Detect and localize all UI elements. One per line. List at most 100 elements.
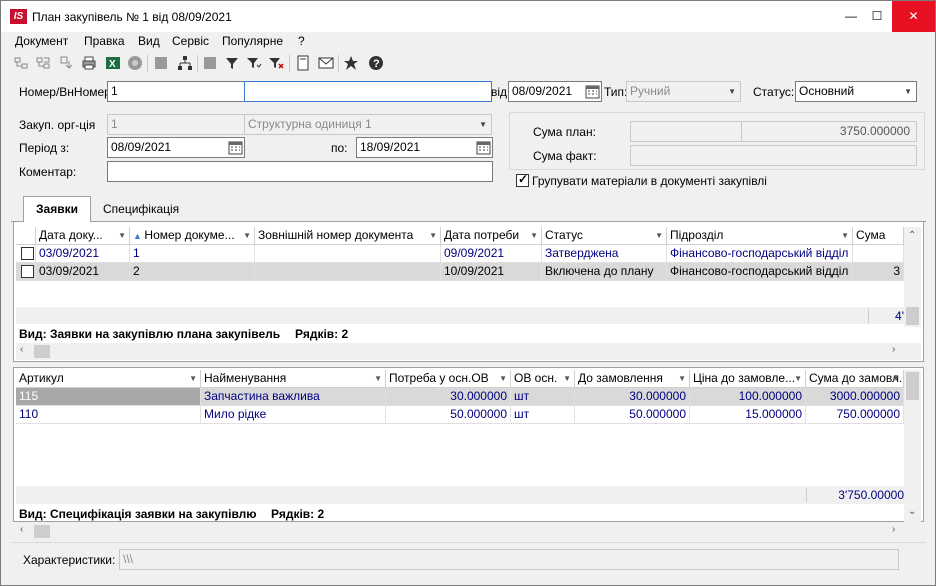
scroll-thumb[interactable] xyxy=(34,525,50,538)
window-title: План закупівель № 1 від 08/09/2021 xyxy=(32,10,232,24)
tab-specification[interactable]: Специфікація xyxy=(91,197,191,222)
status-select[interactable]: Основний ▼ xyxy=(795,81,917,102)
cell: 50.000000 xyxy=(575,406,690,424)
calendar-icon[interactable] xyxy=(476,140,491,155)
filter-set-icon[interactable] xyxy=(245,54,263,72)
calendar-icon[interactable] xyxy=(585,84,600,99)
column-header[interactable]: Найменування ▼ xyxy=(201,370,386,388)
favorite-star-icon[interactable] xyxy=(342,54,360,72)
scroll-thumb[interactable] xyxy=(906,307,919,325)
spec-vertical-scrollbar[interactable]: ⌄ xyxy=(904,370,921,522)
period-to-label: по: xyxy=(331,141,348,155)
toolbar: X ? xyxy=(1,51,935,76)
table-row[interactable]: 115 Запчастина важлива 30.000000 шт 30.0… xyxy=(16,388,904,406)
help-icon[interactable]: ? xyxy=(367,54,385,72)
excel-export-icon[interactable]: X xyxy=(104,54,122,72)
cell: 115 xyxy=(16,388,201,406)
cell xyxy=(255,263,441,281)
chevron-down-icon: ▼ xyxy=(189,374,197,383)
column-header[interactable]: Статус ▼ xyxy=(542,227,667,245)
column-header[interactable]: Підрозділ ▼ xyxy=(667,227,853,245)
row-checkbox-cell[interactable] xyxy=(16,245,36,263)
grey-square-2-icon[interactable] xyxy=(201,54,219,72)
chevron-left-icon[interactable]: ‹ xyxy=(20,344,23,355)
minimize-icon: — xyxy=(845,9,857,23)
cell: 15.000000 xyxy=(690,406,806,424)
column-header[interactable]: Ціна до замовле... ▼ xyxy=(690,370,806,388)
number-field[interactable]: 1 xyxy=(107,81,245,102)
chevron-right-icon[interactable]: › xyxy=(892,344,895,355)
org-label: Закуп. орг-ція xyxy=(19,118,96,132)
column-header[interactable]: Зовнішній номер документа ▼ xyxy=(255,227,441,245)
close-button[interactable]: ✕ xyxy=(892,1,935,32)
comment-field[interactable] xyxy=(107,161,493,182)
group-materials-checkbox[interactable]: ✓ xyxy=(516,172,529,187)
calendar-icon[interactable] xyxy=(228,140,243,155)
filter-clear-icon[interactable] xyxy=(267,54,285,72)
chevron-up-icon[interactable]: ⌃ xyxy=(908,230,916,241)
table-row[interactable]: 110 Мило рідке 50.000000 шт 50.000000 15… xyxy=(16,406,904,424)
inner-number-field[interactable] xyxy=(244,81,492,102)
toolbar-separator xyxy=(338,55,339,72)
chevron-down-icon: ▼ xyxy=(563,374,571,383)
menu-service[interactable]: Сервіс xyxy=(172,34,209,48)
table-row[interactable]: 03/09/2021 2 10/09/2021 Включена до план… xyxy=(16,263,904,281)
row-checkbox[interactable] xyxy=(21,247,34,260)
period-to-field[interactable]: 18/09/2021 xyxy=(356,137,493,158)
print-icon[interactable] xyxy=(80,54,98,72)
chevron-down-icon: ▼ xyxy=(678,374,686,383)
cell: шт xyxy=(511,388,575,406)
maximize-button[interactable]: ☐ xyxy=(860,1,894,32)
chevron-left-icon[interactable]: ‹ xyxy=(20,524,23,535)
filter-icon[interactable] xyxy=(223,54,241,72)
chevron-right-icon[interactable]: › xyxy=(892,524,895,535)
cell: 1 xyxy=(130,245,255,263)
requests-vertical-scrollbar[interactable]: ⌃ xyxy=(904,227,921,327)
chevron-down-icon: ▼ xyxy=(243,231,251,240)
hierarchy-icon[interactable] xyxy=(176,54,194,72)
column-header[interactable]: ОВ осн. ▼ xyxy=(511,370,575,388)
cell: Мило рідке xyxy=(201,406,386,424)
column-header[interactable]: Дата доку... ▼ xyxy=(36,227,130,245)
chevron-down-icon: ▼ xyxy=(530,231,538,240)
row-checkbox-cell[interactable] xyxy=(16,263,36,281)
column-header[interactable]: Сума до замовл... ▼ xyxy=(806,370,904,388)
period-from-field[interactable]: 08/09/2021 xyxy=(107,137,245,158)
column-header[interactable]: Артикул ▼ xyxy=(16,370,201,388)
cell xyxy=(853,245,904,263)
column-header[interactable]: Дата потреби ▼ xyxy=(441,227,542,245)
chevron-down-icon[interactable]: ⌄ xyxy=(908,506,916,517)
document-view-icon[interactable] xyxy=(294,54,312,72)
close-icon: ✕ xyxy=(908,9,919,23)
column-header[interactable]: ▲ Номер докуме... ▼ xyxy=(130,227,255,245)
mail-icon[interactable] xyxy=(317,54,335,72)
document-tree-2-icon[interactable] xyxy=(34,54,52,72)
requests-grid: Дата доку... ▼ ▲ Номер докуме... ▼ Зовнішн… xyxy=(16,227,904,309)
type-value: Ручний xyxy=(630,84,671,98)
requests-horizontal-scrollbar[interactable]: ‹ › xyxy=(16,343,921,360)
chevron-down-icon: ▼ xyxy=(841,231,849,240)
row-checkbox[interactable] xyxy=(21,265,34,278)
column-header[interactable]: До замовлення ▼ xyxy=(575,370,690,388)
table-row[interactable]: 03/09/2021 1 09/09/2021 Затверджена Фіна… xyxy=(16,245,904,263)
menu-popular[interactable]: Популярне xyxy=(222,34,283,48)
menu-edit[interactable]: Правка xyxy=(84,34,125,48)
column-header[interactable]: Потреба у осн.ОВ ▼ xyxy=(386,370,511,388)
menu-view[interactable]: Вид xyxy=(138,34,160,48)
period-from-label: Період з: xyxy=(19,141,70,155)
grey-square-icon[interactable] xyxy=(152,54,170,72)
from-date-field[interactable]: 08/09/2021 xyxy=(508,81,602,102)
column-header[interactable]: Сума xyxy=(853,227,904,245)
scroll-thumb[interactable] xyxy=(906,372,919,400)
menu-document[interactable]: Документ xyxy=(15,34,68,48)
scroll-thumb[interactable] xyxy=(34,345,50,358)
plan-sum-label: Сума план: xyxy=(533,125,596,139)
document-tree-icon[interactable] xyxy=(12,54,30,72)
record-icon[interactable] xyxy=(126,54,144,72)
tab-requests[interactable]: Заявки xyxy=(23,196,91,222)
document-move-icon[interactable] xyxy=(57,54,75,72)
chevron-down-icon: ▼ xyxy=(904,87,912,96)
menu-help[interactable]: ? xyxy=(298,34,305,48)
spec-horizontal-scrollbar[interactable]: ‹ › xyxy=(16,523,921,540)
plan-sum-left-field xyxy=(630,121,742,142)
